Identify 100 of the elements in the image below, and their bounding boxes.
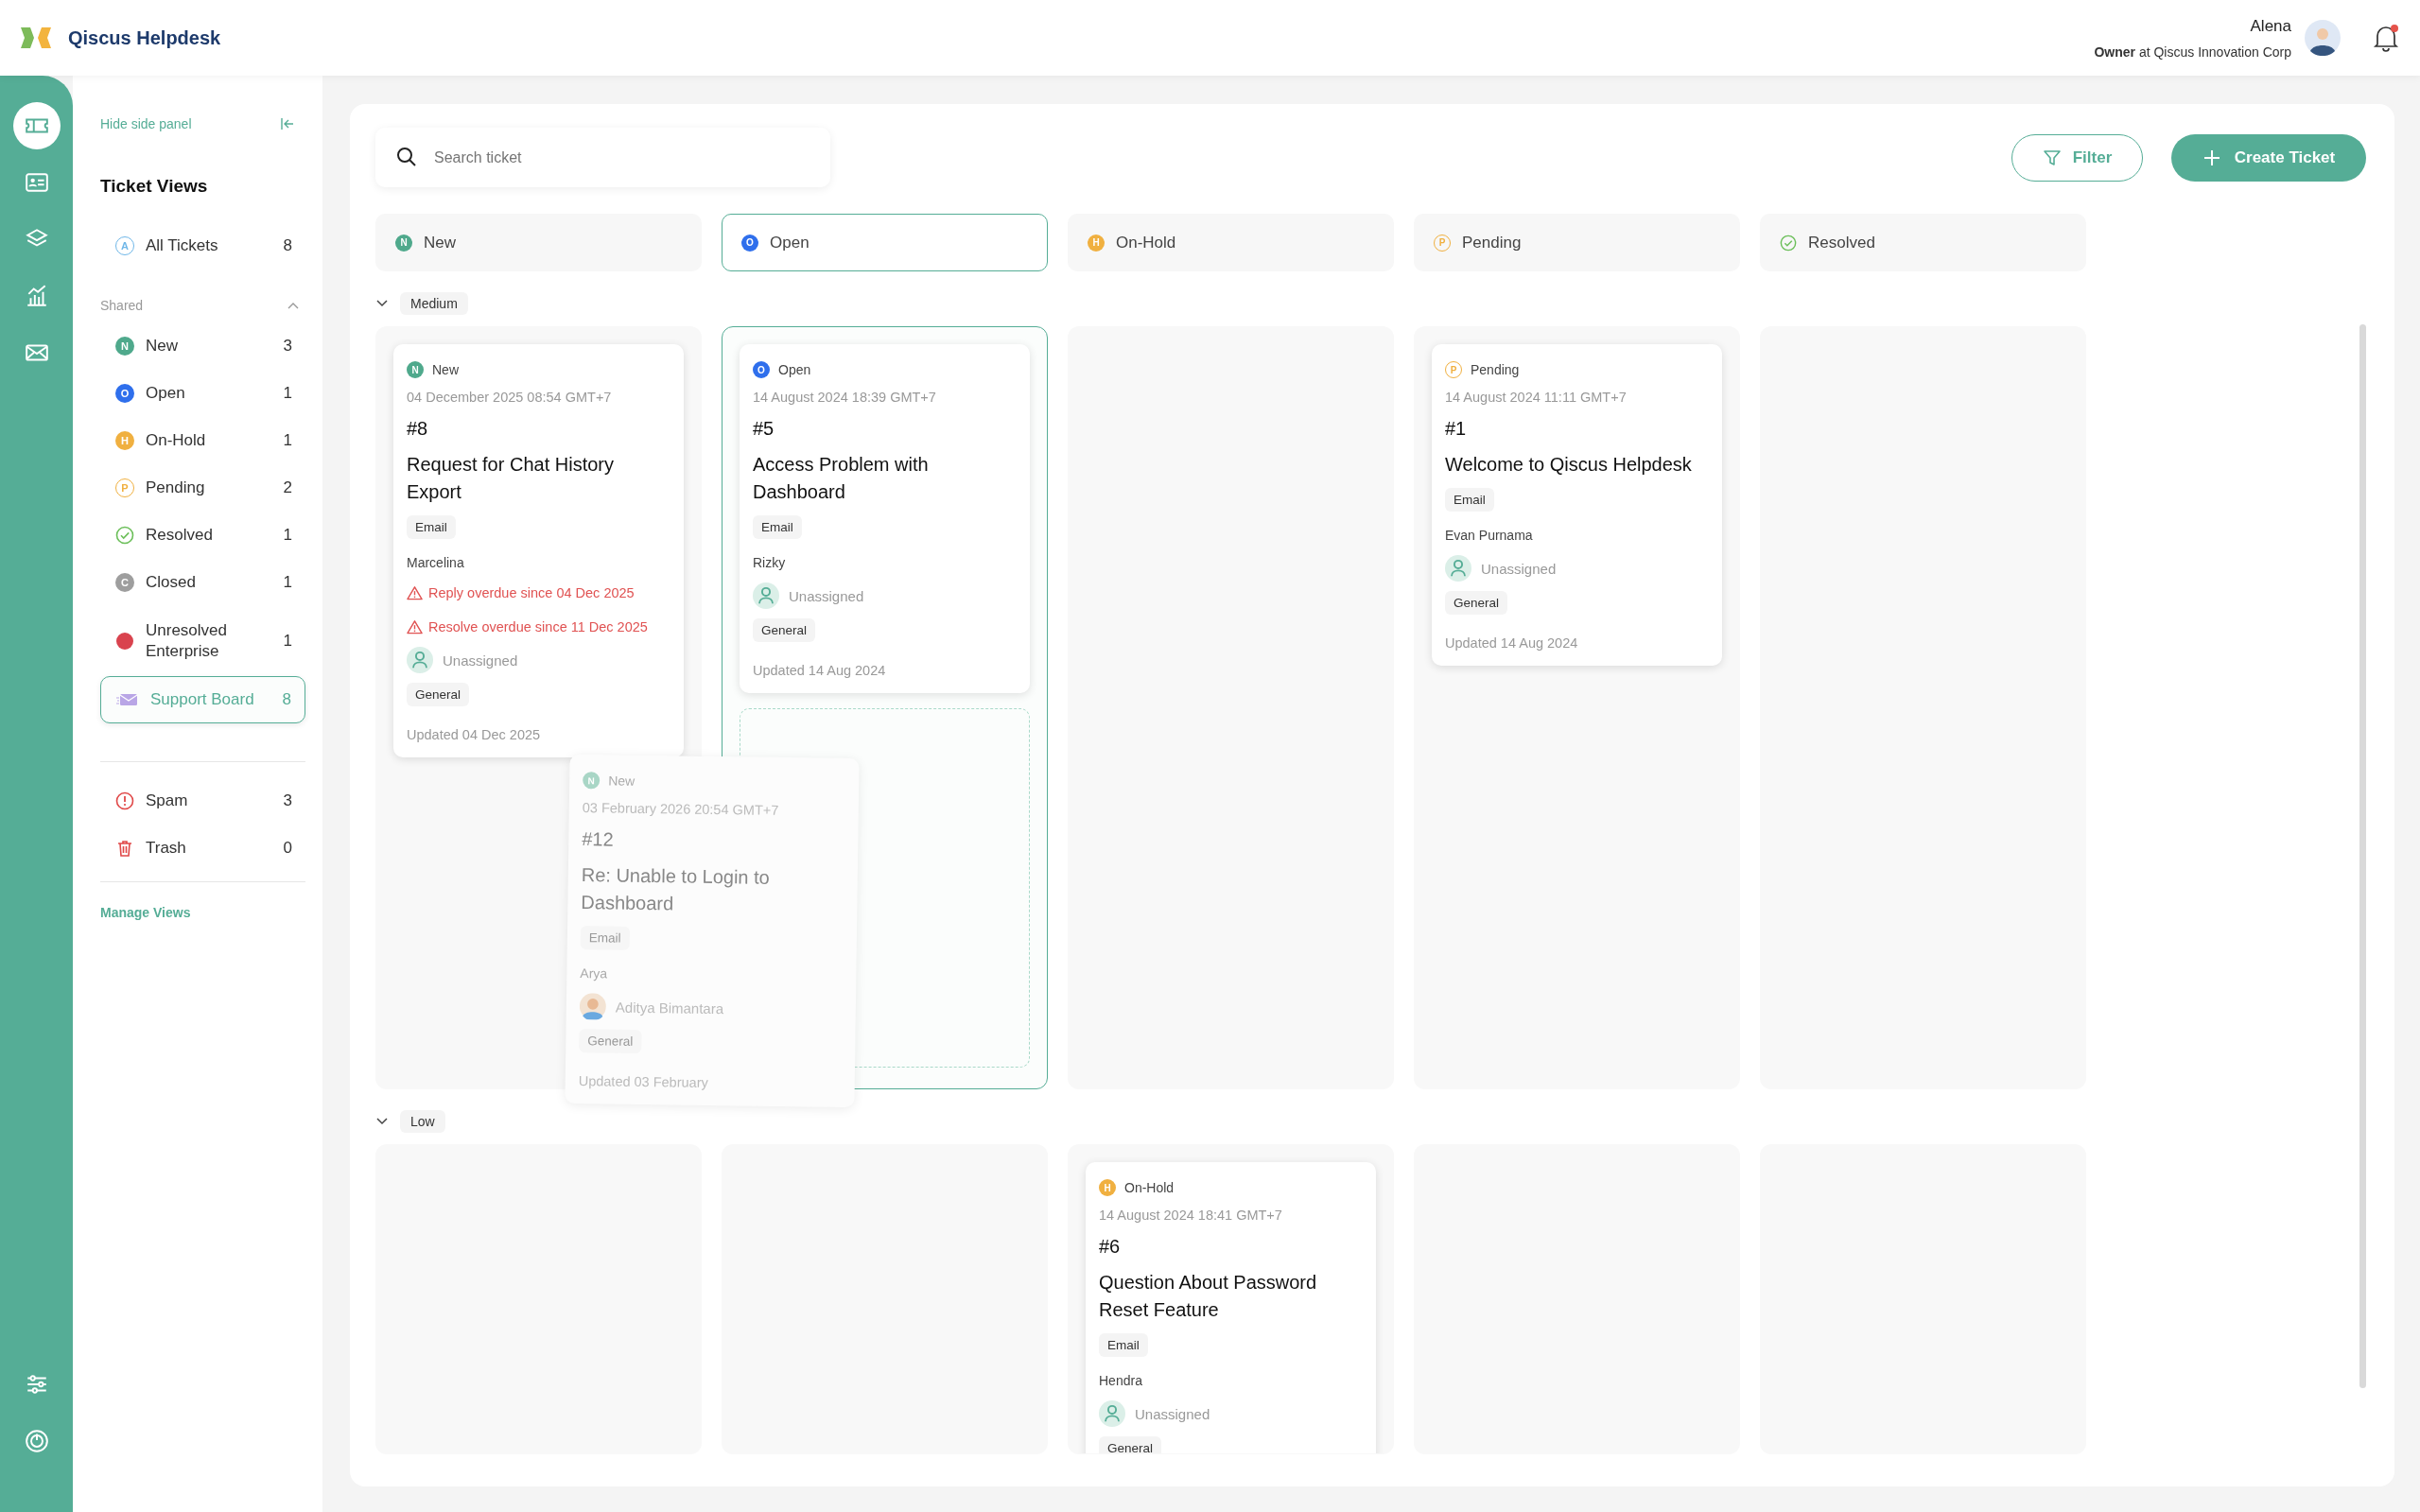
ticket-title: Request for Chat History Export (407, 453, 615, 504)
ticket-title: Re: Unable to Login to Dashboard (581, 863, 771, 916)
updated-date: Updated 14 Aug 2024 (753, 663, 886, 678)
assignee-name: Unassigned (443, 652, 518, 669)
category-tag: General (1445, 591, 1508, 615)
view-item[interactable]: Unresolved Enterprise 1 (100, 606, 305, 676)
status-badge: N (115, 337, 134, 356)
status-label: Open (778, 362, 811, 377)
column-header[interactable]: P Pending (1414, 214, 1740, 271)
chevron-icon[interactable] (375, 1117, 389, 1126)
view-item[interactable]: Resolved 1 (100, 512, 305, 559)
assignee-name: Unassigned (1481, 560, 1557, 577)
alert-circle-icon (115, 791, 134, 810)
ticket-card[interactable]: P Pending 14 August 2024 11:11 GMT+7 #1 Welcome to Qiscus Helpdesk Email Evan Purnama Unassigned General Updated 14 Aug 2024 (1432, 344, 1722, 666)
ticket-card[interactable]: N New 04 December 2025 08:54 GMT+7 #8 Request for Chat History Export Email Marcelina Reply overdue since 04 Dec 2025 Resolve overdue since 11 Dec 2025 Unassigned General Updated 04 Dec 2025 (393, 344, 684, 757)
chevron-icon[interactable] (375, 299, 389, 308)
user-role: Owner at Qiscus Innovation Corp (2094, 43, 2291, 60)
category-tag: General (753, 618, 816, 642)
ticket-card[interactable]: H On-Hold 14 August 2024 18:41 GMT+7 #6 Question About Password Reset Feature Email Hendra Unassigned General (1086, 1162, 1376, 1453)
user-avatar-icon (407, 647, 433, 673)
channel-tag: Email (753, 515, 802, 539)
scrollbar[interactable] (2359, 324, 2366, 1388)
assignee-name: Unassigned (789, 587, 864, 604)
status-badge: O (753, 361, 770, 378)
requester-name: Rizky (753, 555, 786, 570)
panel-title: Ticket Views (100, 176, 209, 197)
bell-icon[interactable] (2373, 24, 2399, 52)
ticket-number: #8 (407, 418, 428, 440)
channel-tag: Email (407, 515, 456, 539)
channel-tag: Email (1445, 488, 1494, 512)
assignee-name: Aditya Bimantara (615, 999, 724, 1017)
status-badge: O (741, 234, 758, 252)
ticket-number: #6 (1099, 1236, 1121, 1258)
updated-date: Updated 04 Dec 2025 (407, 727, 541, 742)
overdue-warning: Resolve overdue since 11 Dec 2025 (428, 619, 648, 634)
nav-button[interactable] (12, 102, 61, 149)
view-item[interactable]: H On-Hold 1 (100, 417, 305, 464)
status-label: New (608, 773, 635, 789)
ticket-date: 03 February 2026 20:54 GMT+7 (582, 800, 779, 818)
view-item[interactable]: A All Tickets 8 (100, 222, 305, 269)
status-badge: O (115, 384, 134, 403)
warning-icon (407, 619, 423, 634)
column-header[interactable]: Resolved (1760, 214, 2086, 271)
status-badge: H (115, 431, 134, 450)
ticket-number: #12 (582, 828, 614, 851)
warning-icon (407, 585, 423, 600)
status-badge: C (115, 573, 134, 592)
search-icon (396, 147, 417, 167)
avatar-icon[interactable] (2305, 20, 2341, 56)
requester-name: Marcelina (407, 555, 464, 570)
requester-name: Evan Purnama (1445, 528, 1533, 543)
contact-card-icon[interactable] (24, 170, 49, 195)
updated-date: Updated 03 February (578, 1073, 708, 1090)
ticket-title: Access Problem with Dashboard (753, 453, 930, 504)
ticket-number: #1 (1445, 418, 1467, 440)
ticket-date: 14 August 2024 18:39 GMT+7 (753, 390, 936, 405)
view-item[interactable]: O Open 1 (100, 370, 305, 417)
trash-icon (115, 839, 134, 858)
requester-name: Arya (580, 965, 608, 982)
view-item[interactable]: C Closed 1 (100, 559, 305, 606)
section-label: Shared (100, 298, 144, 313)
search-field[interactable]: Search ticket (375, 128, 830, 187)
funnel-icon (2042, 148, 2062, 167)
user-avatar-icon (753, 582, 779, 609)
user-avatar-icon (1445, 555, 1471, 582)
overdue-warning: Reply overdue since 04 Dec 2025 (428, 585, 635, 600)
priority-label: Medium (400, 292, 468, 315)
requester-name: Hendra (1099, 1373, 1142, 1388)
view-item[interactable]: N New 3 (100, 322, 305, 370)
view-item[interactable]: P Pending 2 (100, 464, 305, 512)
ticket-card[interactable]: O Open 14 August 2024 18:39 GMT+7 #5 Access Problem with Dashboard Email Rizky Unassigned General Updated 14 Aug 2024 (740, 344, 1030, 693)
status-badge: N (407, 361, 424, 378)
channel-tag: Email (580, 926, 630, 950)
app-name: Qiscus Helpdesk (68, 26, 221, 49)
ticket-card[interactable]: N New 03 February 2026 20:54 GMT+7 #12 Re: Unable to Login to Dashboard Email Arya Aditya Bimantara General Updated 03 February (565, 754, 860, 1108)
category-tag: General (579, 1029, 642, 1053)
view-item[interactable]: Trash 0 (100, 825, 305, 872)
collapse-icon[interactable] (281, 117, 294, 130)
power-icon[interactable] (24, 1429, 49, 1453)
status-badge: H (1088, 234, 1105, 252)
ticket-date: 14 August 2024 11:11 GMT+7 (1445, 390, 1627, 405)
ticket-date: 04 December 2025 08:54 GMT+7 (407, 390, 612, 405)
user-name: Alena (2249, 16, 2291, 36)
status-badge: N (583, 772, 601, 790)
view-item[interactable]: Spam 3 (100, 777, 305, 825)
ticket-date: 14 August 2024 18:41 GMT+7 (1099, 1208, 1282, 1223)
channel-tag: Email (1099, 1333, 1148, 1357)
status-label: Pending (1471, 362, 1520, 377)
logo-icon (21, 27, 51, 48)
assignee-name: Unassigned (1135, 1405, 1210, 1422)
category-tag: General (1099, 1436, 1162, 1453)
plus-icon (2202, 148, 2221, 167)
priority-label: Low (400, 1110, 445, 1133)
column-header[interactable]: N New (375, 214, 702, 271)
avatar-icon (579, 993, 607, 1020)
ticket-number: #5 (753, 418, 775, 440)
column-header[interactable]: H On-Hold (1068, 214, 1394, 271)
updated-date: Updated 14 Aug 2024 (1445, 635, 1578, 651)
column-header[interactable]: O Open (722, 214, 1048, 271)
status-label: On-Hold (1124, 1180, 1175, 1195)
